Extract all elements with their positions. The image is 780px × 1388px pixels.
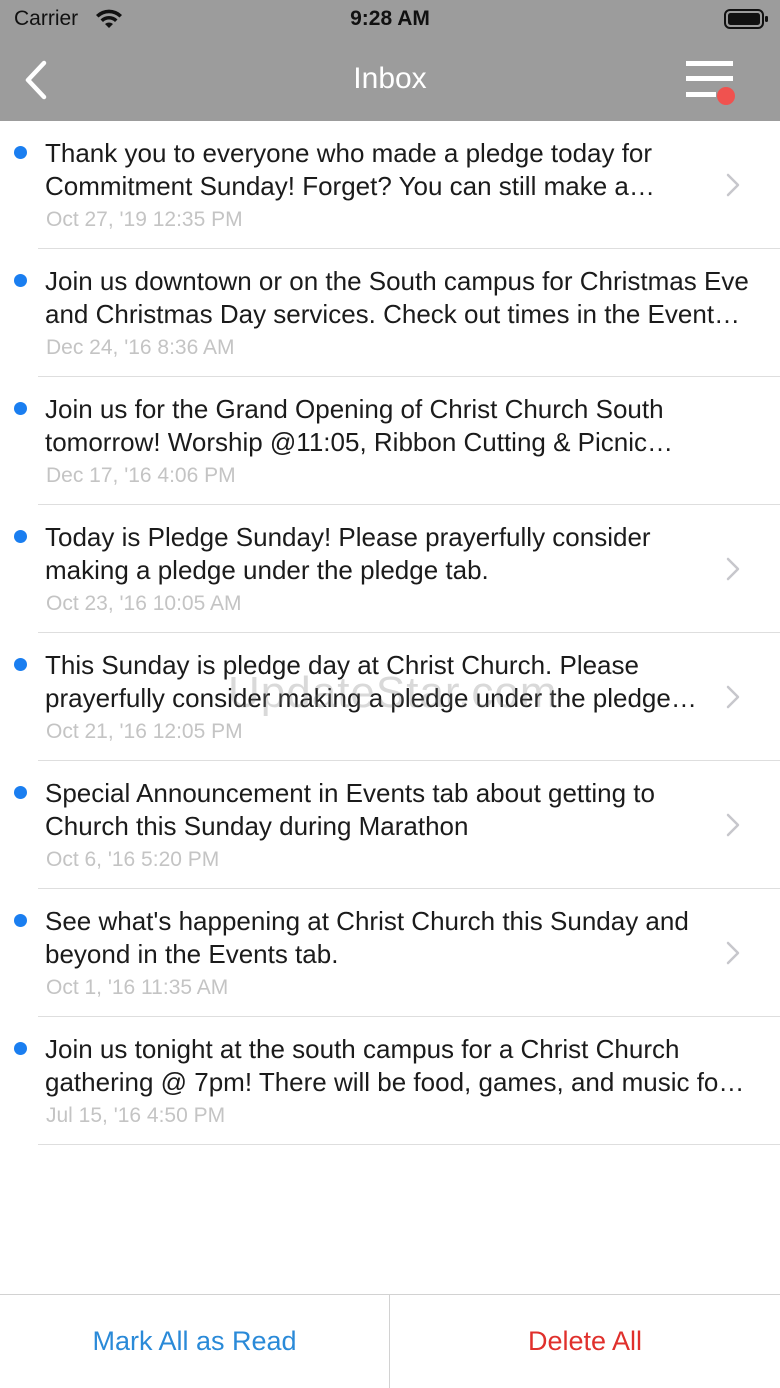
message-row[interactable]: Join us for the Grand Opening of Christ … <box>14 377 780 505</box>
unread-dot-icon <box>14 146 27 159</box>
message-text: Special Announcement in Events tab about… <box>45 778 655 841</box>
message-date: Dec 17, '16 4:06 PM <box>46 464 236 487</box>
menu-icon-bar <box>686 92 716 97</box>
message-date: Oct 21, '16 12:05 PM <box>46 720 243 743</box>
mark-all-read-button[interactable]: Mark All as Read <box>0 1295 390 1388</box>
message-date: Oct 6, '16 5:20 PM <box>46 848 220 871</box>
message-row[interactable]: Special Announcement in Events tab about… <box>14 761 780 889</box>
unread-dot-icon <box>14 274 27 287</box>
unread-dot-icon <box>14 402 27 415</box>
top-bar: Carrier 9:28 AM Inbox <box>0 0 780 121</box>
message-row[interactable]: See what's happening at Christ Church th… <box>14 889 780 1017</box>
navigation-bar: Inbox <box>0 40 780 121</box>
message-text: Join us tonight at the south campus for … <box>45 1034 728 1097</box>
message-date: Oct 23, '16 10:05 AM <box>46 592 242 615</box>
message-text: Join us downtown or on the South campus … <box>45 266 749 329</box>
chevron-right-icon <box>726 173 740 197</box>
unread-dot-icon <box>14 1042 27 1055</box>
message-text: See what's happening at Christ Church th… <box>45 906 689 969</box>
notification-badge <box>717 87 735 105</box>
message-text: Join us for the Grand Opening of Christ … <box>45 394 664 457</box>
bottom-action-bar: Mark All as Read Delete All <box>0 1294 780 1388</box>
message-row[interactable]: Thank you to everyone who made a pledge … <box>14 121 780 249</box>
message-row[interactable]: Today is Pledge Sunday! Please prayerful… <box>14 505 780 633</box>
message-row[interactable]: Join us downtown or on the South campus … <box>14 249 780 377</box>
menu-icon-bar <box>686 76 733 81</box>
unread-dot-icon <box>14 914 27 927</box>
menu-icon <box>686 61 733 66</box>
message-text: Today is Pledge Sunday! Please prayerful… <box>45 522 651 585</box>
message-list: Thank you to everyone who made a pledge … <box>0 121 780 1145</box>
unread-dot-icon <box>14 530 27 543</box>
chevron-right-icon <box>726 813 740 837</box>
message-row[interactable]: Join us tonight at the south campus for … <box>14 1017 780 1145</box>
chevron-right-icon <box>726 557 740 581</box>
chevron-right-icon <box>726 941 740 965</box>
message-date: Oct 27, '19 12:35 PM <box>46 208 243 231</box>
chevron-right-icon <box>726 685 740 709</box>
unread-dot-icon <box>14 658 27 671</box>
menu-button[interactable] <box>680 58 740 110</box>
message-date: Oct 1, '16 11:35 AM <box>46 976 229 999</box>
message-text: This Sunday is pledge day at Christ Chur… <box>45 650 671 713</box>
page-title: Inbox <box>353 62 427 95</box>
unread-dot-icon <box>14 786 27 799</box>
status-bar: Carrier 9:28 AM <box>0 0 780 40</box>
message-text: Thank you to everyone who made a pledge … <box>45 138 653 201</box>
message-date: Jul 15, '16 4:50 PM <box>46 1104 226 1127</box>
clock: 9:28 AM <box>350 7 430 30</box>
message-date: Dec 24, '16 8:36 AM <box>46 336 235 359</box>
message-row[interactable]: This Sunday is pledge day at Christ Chur… <box>14 633 780 761</box>
battery-icon <box>724 8 770 35</box>
delete-all-button[interactable]: Delete All <box>390 1295 780 1388</box>
